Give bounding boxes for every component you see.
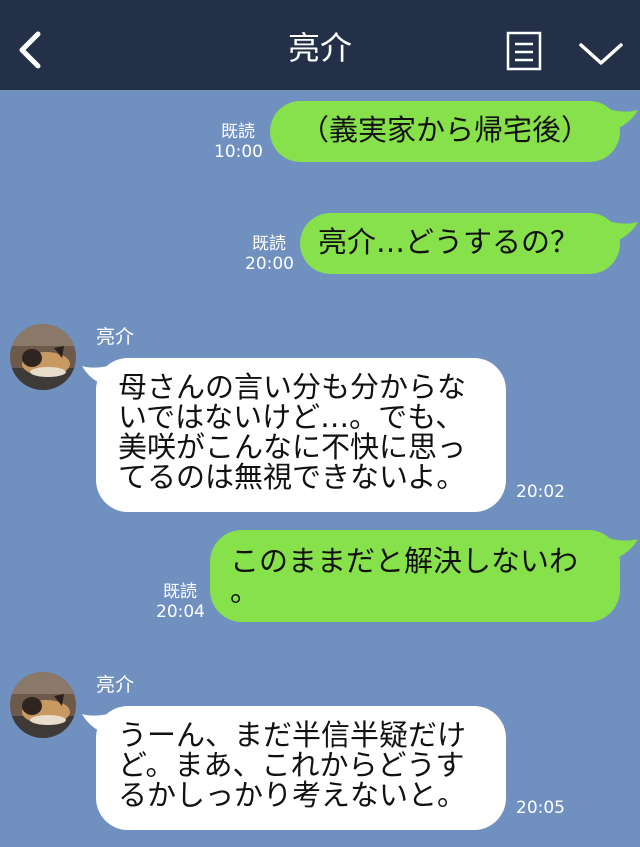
message-line: うーん、まだ半信半疑だけ: [118, 718, 467, 752]
chat-title: 亮介: [287, 29, 352, 67]
bubble-tail: [604, 537, 638, 559]
sent-message-bubble[interactable]: 亮介…どうするの？: [300, 213, 620, 274]
bubble-tail: [604, 220, 638, 242]
message-text: 亮介…どうするの？: [318, 225, 580, 259]
message-text: （義実家から帰宅後）: [299, 113, 590, 147]
message-line: てるのは無視できないよ。: [118, 460, 466, 494]
message-line: 母さんの言い分も分からな: [118, 370, 467, 404]
avatar[interactable]: [10, 672, 76, 738]
read-receipt: 既読 20:00: [245, 234, 294, 274]
message-time: 20:05: [516, 798, 565, 818]
read-receipt: 既読 20:04: [156, 582, 205, 622]
message-line: このままだと解決しないわ: [230, 544, 579, 578]
message-line: いではないけど…。でも、: [118, 400, 465, 434]
received-message-bubble[interactable]: うーん、まだ半信半疑だけ ど。まあ、これからどうす るかしっかり考えないと。: [96, 706, 506, 830]
read-label: 既読: [163, 582, 197, 602]
message-line: ど。まあ、これからどうす: [118, 748, 465, 782]
avatar[interactable]: [10, 324, 76, 390]
message-time: 10:00: [214, 142, 263, 162]
read-label: 既読: [252, 234, 286, 254]
message-time: 20:02: [516, 482, 565, 502]
sender-name: 亮介: [96, 326, 135, 348]
message-line: 。: [230, 574, 260, 608]
sent-message-bubble[interactable]: （義実家から帰宅後）: [270, 101, 620, 162]
read-receipt: 既読 10:00: [214, 122, 263, 162]
message-line: 美咲がこんなに不快に思っ: [118, 430, 467, 464]
chat-header: 亮介: [0, 0, 640, 90]
message-time: 20:04: [156, 602, 205, 622]
received-message-bubble[interactable]: 母さんの言い分も分からな いではないけど…。でも、 美咲がこんなに不快に思っ て…: [96, 358, 506, 512]
message-time: 20:00: [245, 254, 294, 274]
chevron-down-icon[interactable]: [578, 38, 624, 68]
bubble-tail: [604, 108, 638, 130]
read-label: 既読: [221, 122, 255, 142]
sent-message-bubble[interactable]: このままだと解決しないわ 。: [210, 530, 620, 622]
notes-icon[interactable]: [506, 31, 542, 71]
message-line: るかしっかり考えないと。: [118, 778, 467, 812]
sender-name: 亮介: [96, 674, 135, 696]
